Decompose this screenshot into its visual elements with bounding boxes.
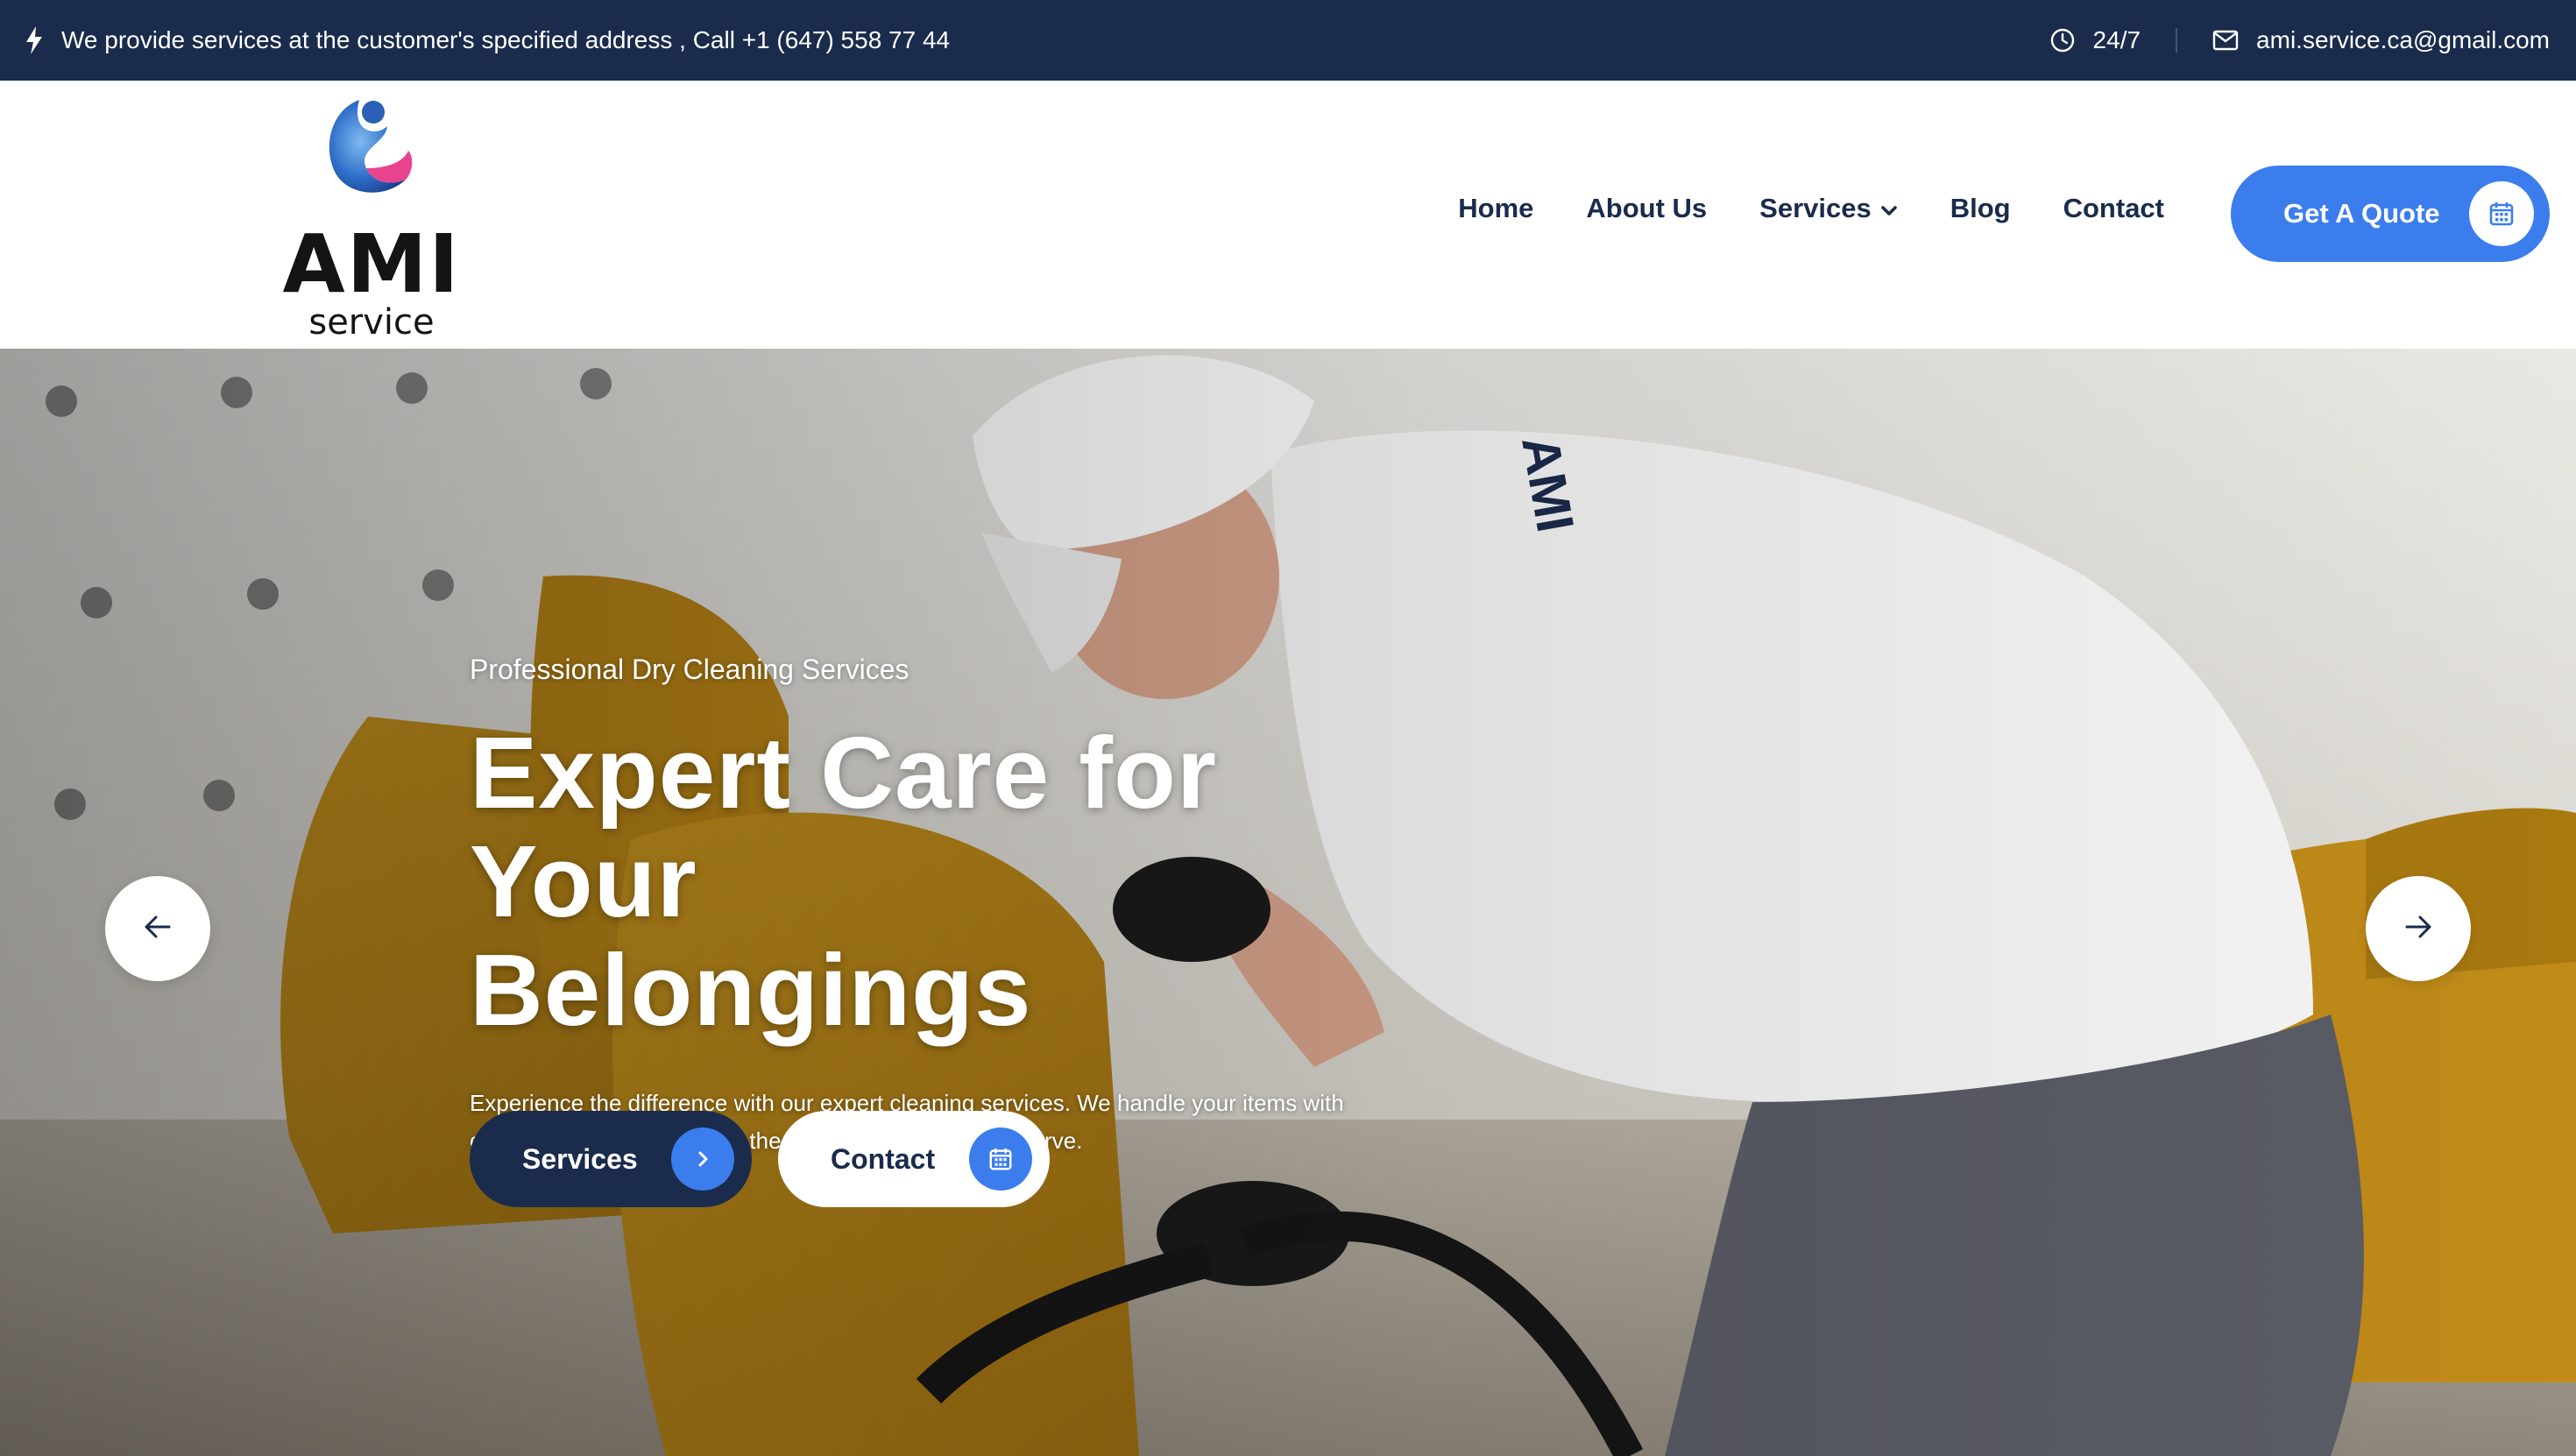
slider-prev-button[interactable] [105, 876, 210, 981]
logo-subword: service [308, 302, 435, 343]
logo-wordmark: AMI [282, 217, 461, 311]
chevron-right-icon [671, 1127, 734, 1191]
hero-title: Expert Care for Your Belongings [470, 718, 1468, 1044]
services-button-label: Services [522, 1142, 638, 1175]
hero-title-line-2: Belongings [470, 933, 1032, 1047]
bolt-icon [25, 26, 44, 54]
nav-item-label: Contact [2063, 193, 2164, 223]
get-quote-button[interactable]: Get A Quote [2231, 166, 2550, 262]
nav-item-label: Home [1458, 193, 1534, 223]
hero-slider: AMI Professional Dry Cleaning Services E… [0, 349, 2576, 1456]
main-nav: Home About Us Services Blog Contact [1458, 193, 2164, 224]
site-logo[interactable]: AMI service [263, 93, 482, 340]
hero-title-line-1: Expert Care for Your [470, 716, 1218, 938]
nav-item-services[interactable]: Services [1759, 193, 1898, 224]
site-header: AMI service Home About Us Services Blog … [0, 81, 2576, 349]
nav-item-about[interactable]: About Us [1586, 193, 1707, 224]
hours-text: 24/7 [2092, 26, 2141, 53]
clock-icon [2049, 27, 2076, 53]
announcement-group: We provide services at the customer's sp… [25, 26, 950, 54]
announcement-text: We provide services at the customer's sp… [61, 26, 951, 53]
nav-item-blog[interactable]: Blog [1950, 193, 2011, 224]
calendar-icon [2469, 181, 2534, 246]
divider [2176, 28, 2178, 53]
nav-item-home[interactable]: Home [1458, 193, 1533, 224]
hero-eyebrow: Professional Dry Cleaning Services [470, 654, 909, 685]
nav-item-label: Services [1759, 193, 1872, 223]
slider-next-button[interactable] [2366, 876, 2471, 981]
contact-button[interactable]: Contact [778, 1111, 1050, 1207]
logo-mark-icon [329, 100, 413, 193]
nav-item-label: About Us [1586, 193, 1708, 223]
top-info-bar: We provide services at the customer's sp… [0, 0, 2576, 81]
arrow-left-icon [143, 914, 173, 944]
services-button[interactable]: Services [470, 1111, 752, 1207]
nav-item-label: Blog [1950, 193, 2011, 223]
get-quote-label: Get A Quote [2283, 198, 2440, 229]
arrow-right-icon [2403, 914, 2433, 944]
hero-content: Professional Dry Cleaning Services Exper… [470, 655, 1521, 1160]
calendar-icon [969, 1127, 1032, 1191]
contact-button-label: Contact [831, 1142, 936, 1175]
contact-group: 24/7 ami.service.ca@gmail.com [2049, 26, 2550, 54]
email-link[interactable]: ami.service.ca@gmail.com [2256, 26, 2550, 54]
mail-icon [2212, 30, 2239, 51]
hero-buttons: Services Contact [470, 1111, 1083, 1207]
chevron-down-icon [1880, 193, 1898, 224]
nav-item-contact[interactable]: Contact [2063, 193, 2164, 224]
